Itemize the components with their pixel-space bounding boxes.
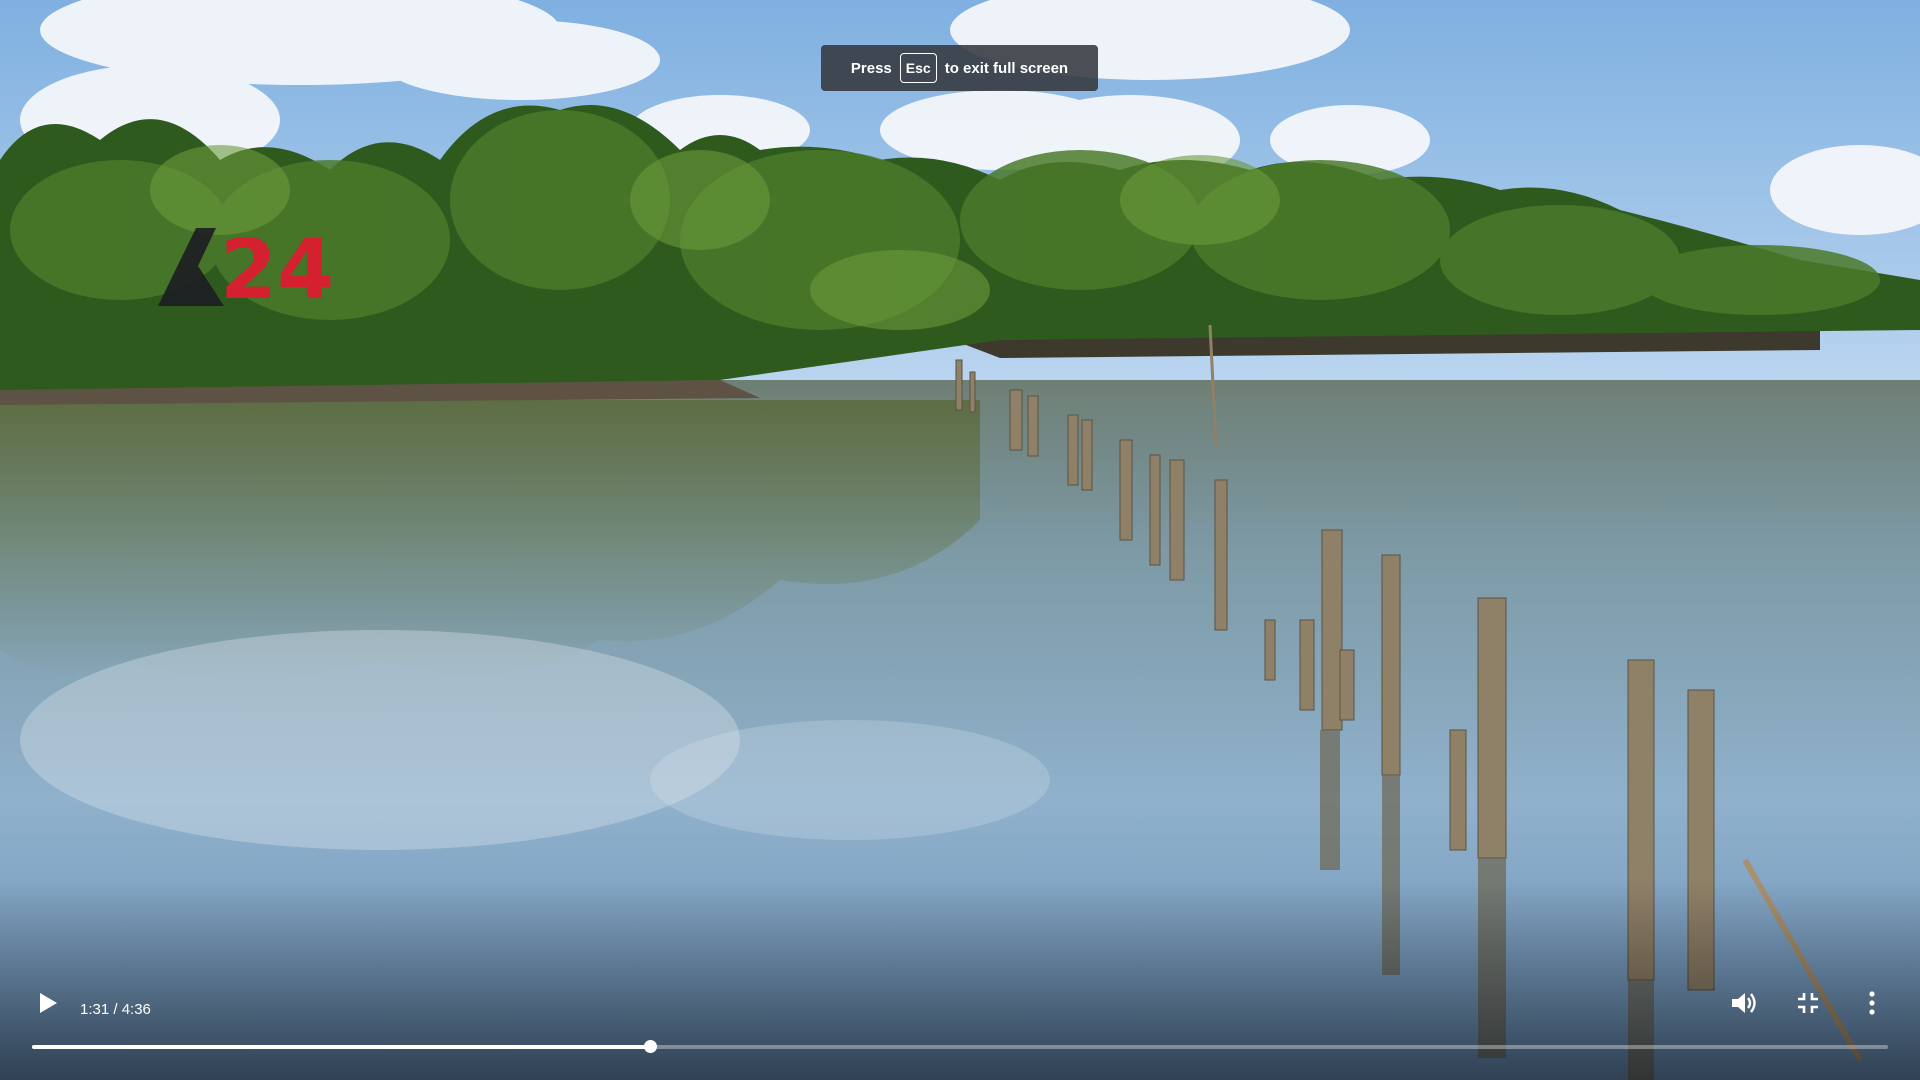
progress-bar[interactable] [32, 1040, 1888, 1053]
play-icon [38, 992, 58, 1019]
time-display: 1:31 / 4:36 [80, 1001, 151, 1018]
play-button[interactable] [28, 985, 68, 1025]
toast-esc-key: Esc [899, 53, 937, 83]
exit-fullscreen-icon [1797, 992, 1819, 1019]
channel-logo: 24 [158, 223, 338, 318]
video-player[interactable]: 24 Press Esc to exit full screen 1:31 / … [0, 0, 1920, 1080]
more-vertical-icon [1869, 990, 1875, 1020]
toast-rest-label: to exit full screen [944, 59, 1069, 77]
progress-thumb[interactable] [644, 1040, 658, 1053]
toast-press-label: Press [850, 59, 892, 77]
volume-icon [1730, 990, 1758, 1021]
more-options-button[interactable] [1852, 985, 1892, 1025]
fullscreen-exit-toast: Press Esc to exit full screen [821, 45, 1098, 91]
video-frame[interactable] [0, 0, 1920, 1080]
exit-fullscreen-button[interactable] [1788, 985, 1828, 1025]
volume-button[interactable] [1724, 985, 1764, 1025]
player-controls: 1:31 / 4:36 [0, 970, 1920, 1080]
svg-text:24: 24 [220, 228, 334, 308]
progress-fill [32, 1045, 651, 1049]
